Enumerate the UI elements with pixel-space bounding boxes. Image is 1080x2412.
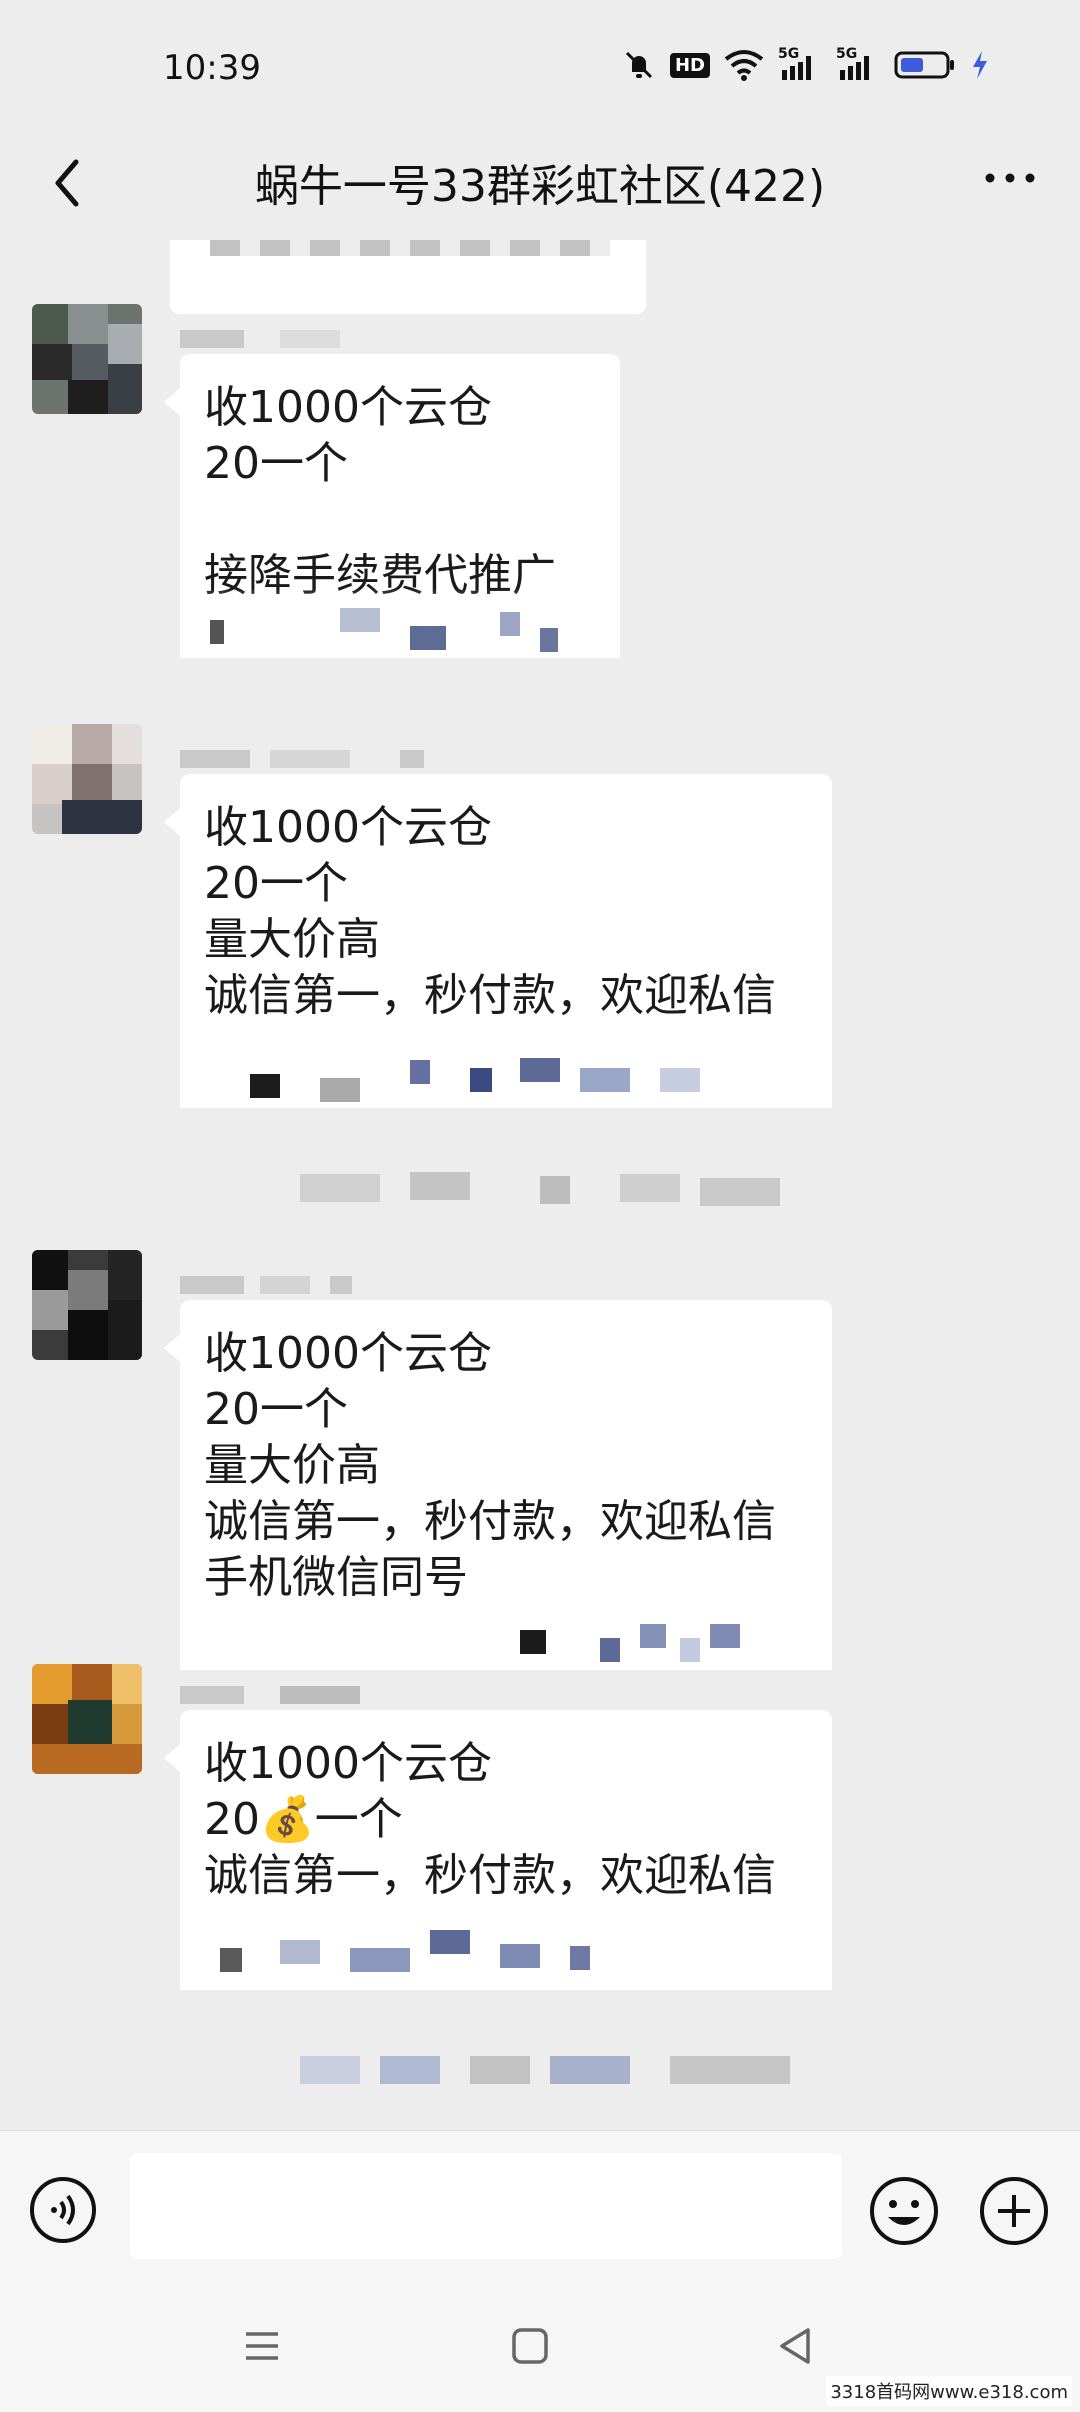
- message-bubble[interactable]: 收1000个云仓 20💰一个 诚信第一，秒付款，欢迎私信: [164, 1710, 832, 1990]
- message-bubble[interactable]: 收1000个云仓 20一个 量大价高 诚信第一，秒付款，欢迎私信 手机微信同号: [164, 1300, 832, 1670]
- avatar[interactable]: [32, 724, 142, 834]
- input-bar: [0, 2130, 1080, 2281]
- message-line: 手机微信同号: [204, 1552, 468, 1603]
- chat-title[interactable]: 蜗牛一号33群彩虹社区(422): [0, 150, 1080, 214]
- charging-icon: [973, 51, 987, 79]
- message-list[interactable]: 收1000个云仓 20一个 接降手续费代推广 收1000个云仓 20一个 量大价…: [0, 240, 1080, 2120]
- watermark: 3318首码网www.e318.com: [826, 2376, 1072, 2406]
- hd-icon: HD: [669, 52, 710, 78]
- blurred-text: [180, 1900, 832, 1990]
- battery-icon: [894, 51, 954, 79]
- plus-circle-icon[interactable]: [978, 2175, 1050, 2247]
- system-nav-bar: 3318首码网www.e318.com: [0, 2280, 1080, 2412]
- message-line: [204, 492, 596, 548]
- blurred-text: [180, 588, 620, 658]
- 5g-signal-icon: 5G: [836, 46, 880, 82]
- sender-name: [180, 744, 424, 774]
- message-line: 诚信第一，秒付款，欢迎私信: [204, 970, 776, 1021]
- status-icons: HD 5G 5G: [622, 46, 990, 82]
- avatar[interactable]: [32, 1664, 142, 1774]
- more-dots-icon[interactable]: [980, 158, 1040, 198]
- wifi-icon: [724, 50, 764, 81]
- system-notice: [300, 1168, 800, 1208]
- sender-name: [180, 1680, 420, 1710]
- menu-icon[interactable]: [238, 2322, 286, 2370]
- avatar[interactable]: [32, 304, 142, 414]
- status-bar: 10:39 HD 5G 5G: [0, 0, 1080, 130]
- message-line: 诚信第一，秒付款，欢迎私信: [204, 1496, 776, 1547]
- message-line: 20一个: [204, 438, 348, 489]
- voice-icon[interactable]: [28, 2175, 98, 2245]
- message-line: 量大价高: [204, 914, 380, 965]
- message-bubble[interactable]: 收1000个云仓 20一个 接降手续费代推广: [164, 354, 620, 658]
- back-triangle-icon[interactable]: [772, 2322, 820, 2370]
- sender-name: [180, 1270, 420, 1300]
- message-line: 收1000个云仓: [204, 382, 492, 433]
- status-time: 10:39: [163, 48, 261, 88]
- home-square-icon[interactable]: [506, 2322, 554, 2370]
- message-bubble-cutoff: [170, 240, 646, 314]
- 5g-signal-icon: 5G: [778, 46, 822, 82]
- message-bubble[interactable]: 收1000个云仓 20一个 量大价高 诚信第一，秒付款，欢迎私信: [164, 774, 832, 1108]
- message-line: 收1000个云仓: [204, 1738, 492, 1789]
- message-line: 诚信第一，秒付款，欢迎私信: [204, 1850, 776, 1901]
- message-line: 量大价高: [204, 1440, 380, 1491]
- blurred-text: [180, 1624, 832, 1670]
- message-line: 20一个: [204, 858, 348, 909]
- blurred-text: [180, 1038, 832, 1108]
- avatar[interactable]: [32, 1250, 142, 1360]
- sender-name: [180, 324, 420, 354]
- system-notice: [290, 2050, 810, 2090]
- message-line: 收1000个云仓: [204, 802, 492, 853]
- chat-header: 蜗牛一号33群彩虹社区(422): [0, 130, 1080, 240]
- message-input[interactable]: [130, 2153, 842, 2259]
- emoji-icon[interactable]: [868, 2175, 940, 2247]
- message-line: 20一个: [204, 1384, 348, 1435]
- message-line: 20💰一个: [204, 1794, 403, 1845]
- mute-bell-icon: [625, 51, 653, 79]
- message-line: 收1000个云仓: [204, 1328, 492, 1379]
